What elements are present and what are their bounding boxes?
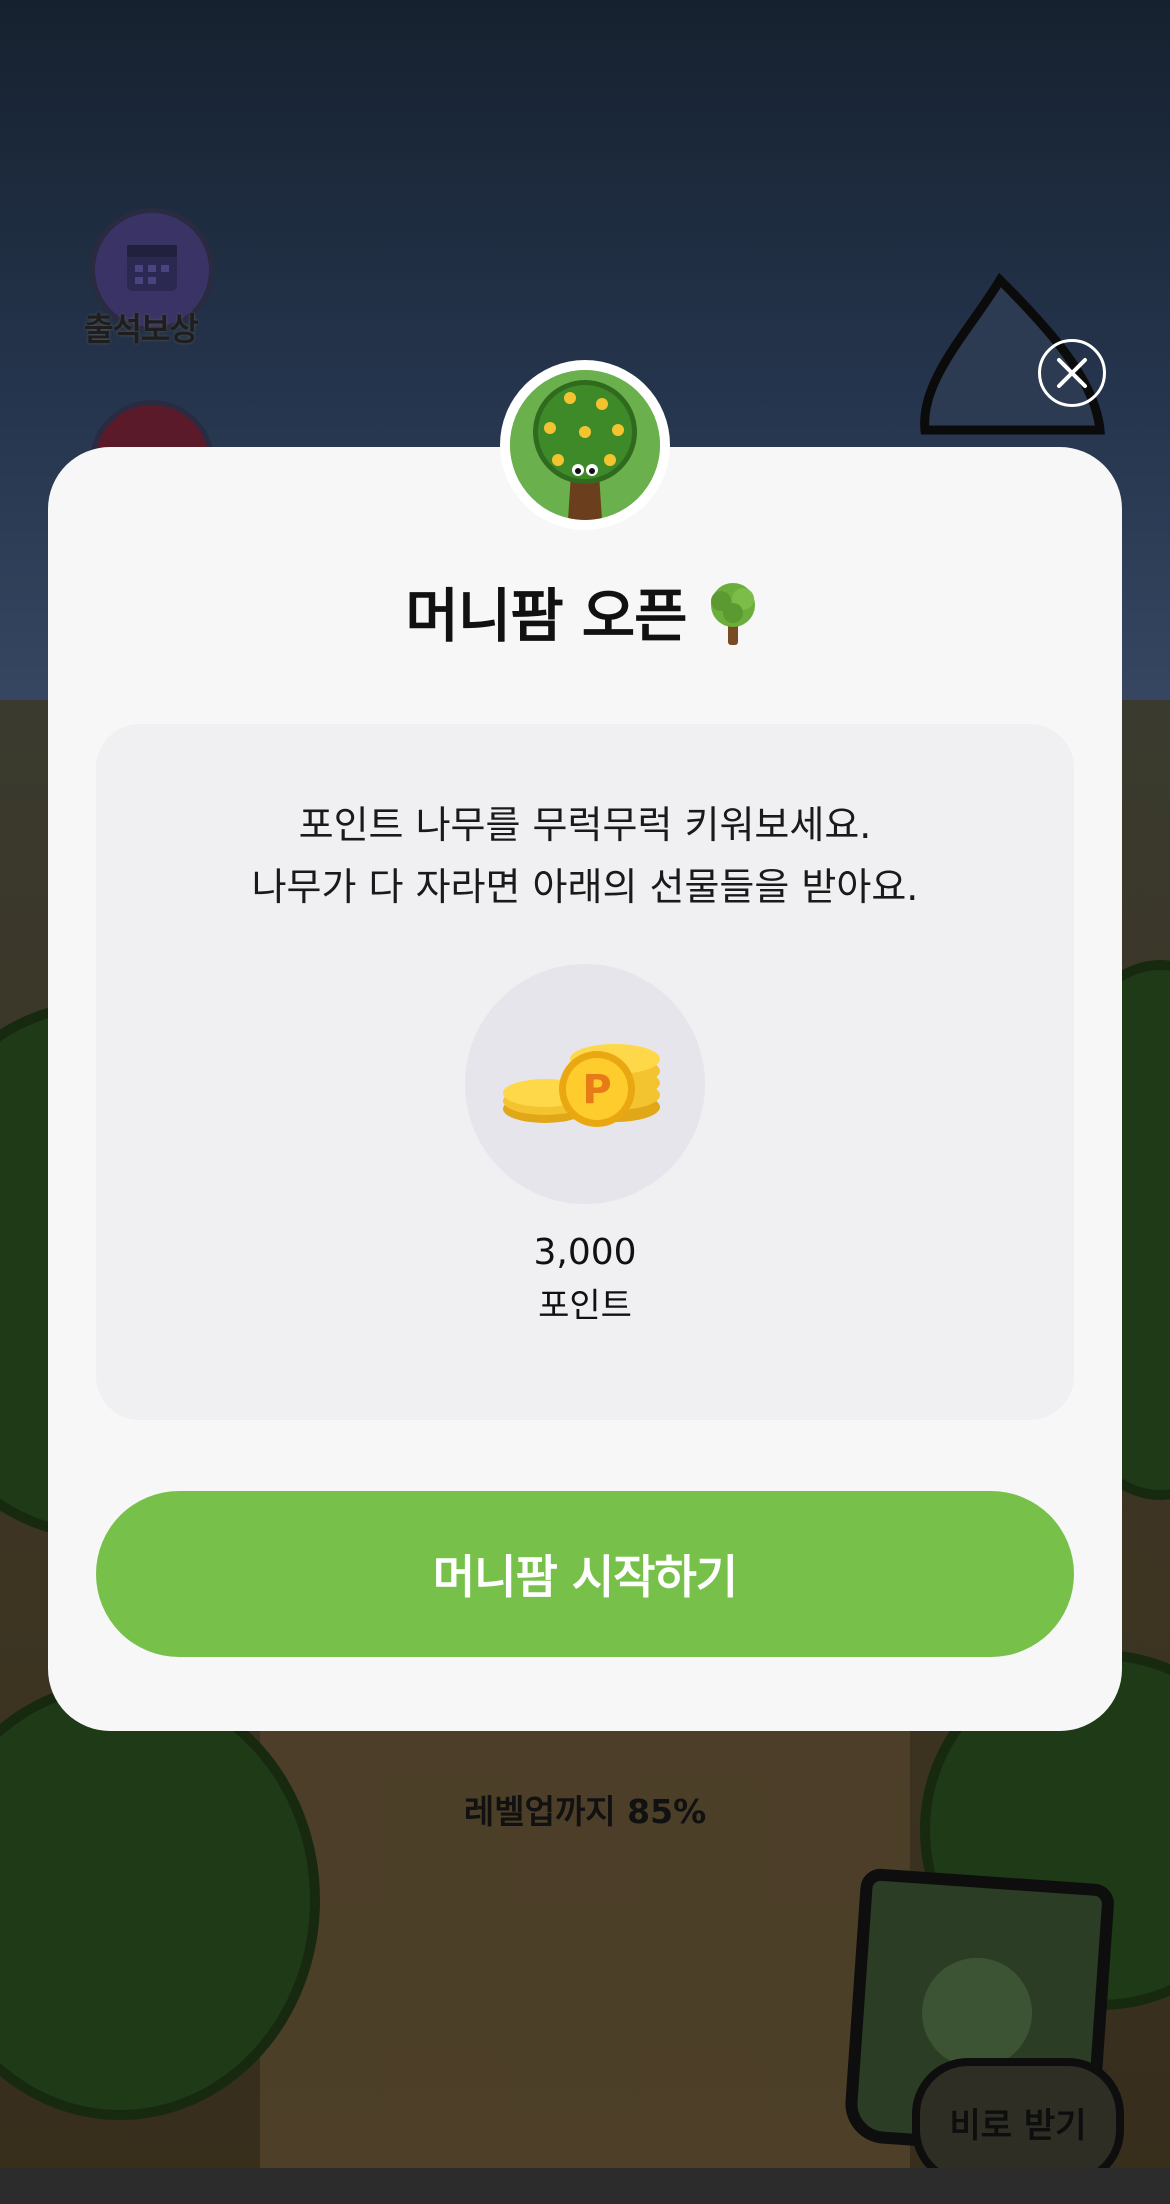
- reward-icon-circle: P: [465, 964, 705, 1204]
- money-farm-open-modal: 머니팜 오픈 포인트 나무를 무럭무럭 키워보세요. 나무가 다 자라면 아래의…: [48, 447, 1122, 1731]
- modal-title-text: 머니팜 오픈: [405, 582, 688, 650]
- reward-info-box: 포인트 나무를 무럭무럭 키워보세요. 나무가 다 자라면 아래의 선물들을 받…: [96, 724, 1074, 1420]
- close-button[interactable]: [1038, 339, 1106, 407]
- modal-title: 머니팜 오픈: [48, 569, 1122, 661]
- money-tree-icon: [510, 370, 660, 520]
- reward-amount: 3,000: [533, 1232, 637, 1273]
- tree-emoji-icon: [701, 579, 765, 661]
- description-line-1: 포인트 나무를 무럭무럭 키워보세요.: [298, 803, 872, 847]
- reward-unit: 포인트: [538, 1286, 632, 1326]
- close-icon: [1057, 358, 1087, 388]
- description-line-2: 나무가 다 자라면 아래의 선물들을 받아요.: [251, 865, 919, 909]
- start-money-farm-button[interactable]: 머니팜 시작하기: [96, 1491, 1074, 1657]
- money-tree-avatar: [500, 360, 670, 530]
- modal-description: 포인트 나무를 무럭무럭 키워보세요. 나무가 다 자라면 아래의 선물들을 받…: [96, 794, 1074, 918]
- svg-text:P: P: [582, 1067, 611, 1113]
- coin-stack-icon: P: [503, 1044, 660, 1127]
